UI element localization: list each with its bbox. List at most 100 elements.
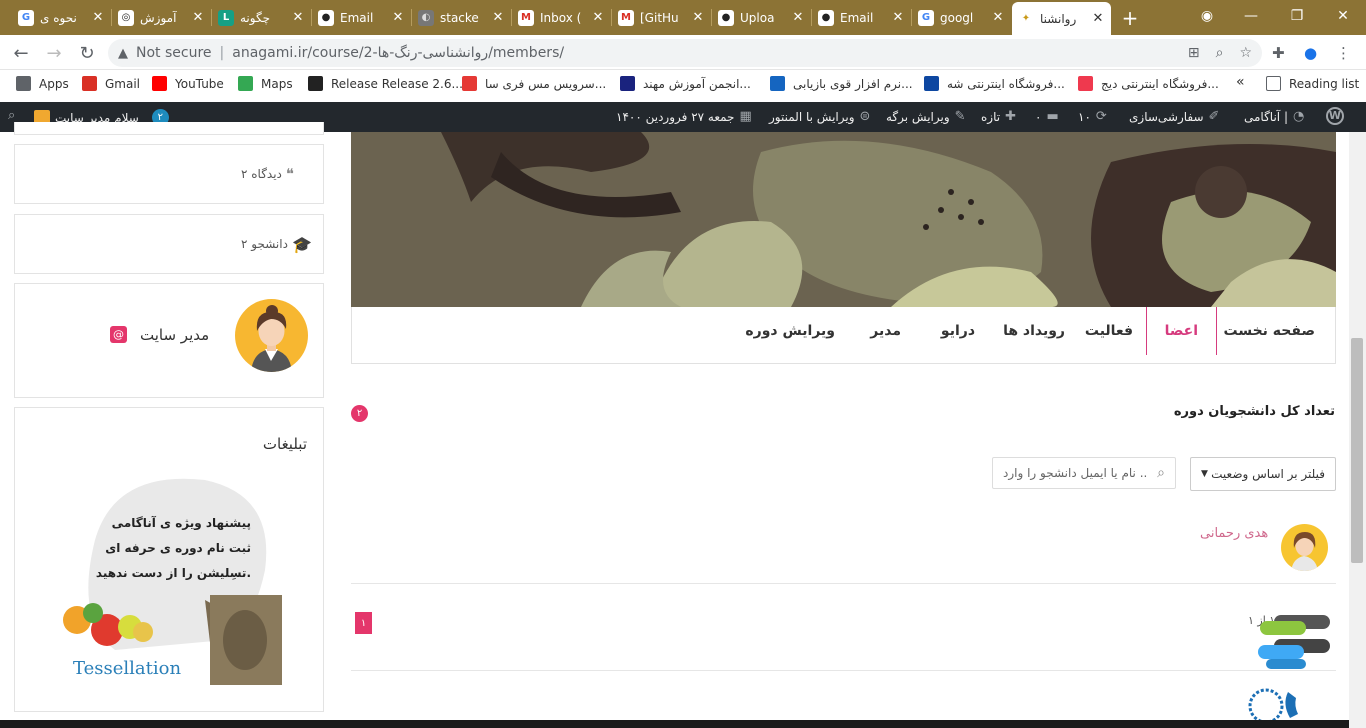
omnibox[interactable]: ▲ Not secure | anagami.ir/course/2-روانش…	[108, 39, 1262, 67]
wp-site-name[interactable]: آناگامی | ◔	[1244, 109, 1304, 124]
member-search-placeholder: نام یا ایمیل دانشجو را وارد ...	[1003, 466, 1148, 480]
reload-icon[interactable]: ↻	[75, 41, 99, 65]
wp-search-icon[interactable]: ⌕	[8, 108, 15, 123]
tab-close-icon[interactable]: ✕	[191, 10, 205, 25]
status-filter-label: فیلتر بر اساس وضعیت	[1211, 467, 1325, 481]
course-nav-item[interactable]: ویرایش دوره	[745, 307, 835, 355]
bookmark-item[interactable]: فروشگاه اینترنتی دیج...	[1078, 76, 1219, 91]
wp-date: جمعه ۲۷ فروردین ۱۴۰۰ ▦	[616, 109, 752, 124]
close-window-icon[interactable]: ✕	[1320, 0, 1366, 32]
new-tab-button[interactable]: +	[1116, 4, 1144, 31]
bookmark-favicon-icon	[152, 76, 167, 91]
wp-site-label: آناگامی |	[1244, 109, 1288, 124]
tab-separator	[511, 9, 512, 26]
bookmark-favicon-icon	[620, 76, 635, 91]
browser-tab[interactable]: ● Uploa ✕	[712, 4, 811, 31]
tab-close-icon[interactable]: ✕	[991, 10, 1005, 25]
bookmark-item[interactable]: سرویس مس فری سا...	[462, 76, 606, 91]
tab-separator	[811, 9, 812, 26]
browser-tab[interactable]: ● Email ✕	[812, 4, 911, 31]
bookmark-item[interactable]: Apps	[16, 76, 69, 91]
status-filter-select[interactable]: ▼ فیلتر بر اساس وضعیت	[1190, 457, 1336, 491]
bookmark-favicon-icon	[1078, 76, 1093, 91]
tab-search-button[interactable]: ◉	[1184, 0, 1230, 32]
browser-tab[interactable]: G نحوه ی ✕	[12, 4, 111, 31]
minimize-icon[interactable]: —	[1228, 0, 1274, 32]
tab-close-icon[interactable]: ✕	[491, 10, 505, 25]
member-avatar[interactable]	[1281, 524, 1328, 571]
bookmark-item[interactable]: Gmail	[82, 76, 140, 91]
browser-tab[interactable]: ◐ stacke ✕	[412, 4, 511, 31]
wp-new[interactable]: تازه ✚	[981, 109, 1016, 124]
browser-tab[interactable]: M Inbox (✕	[512, 4, 611, 31]
profile-icon[interactable]: ●	[1304, 44, 1317, 62]
tab-close-icon[interactable]: ✕	[291, 10, 305, 25]
bookmark-favicon-icon	[308, 76, 323, 91]
pagination-current-page[interactable]: ۱	[355, 612, 372, 634]
browser-tab-strip: G نحوه ی ✕ ◎ آموزش ✕ L چگونه ✕ ● Email ✕ ◐ stacke ✕ M In…	[0, 0, 1366, 35]
browser-tab[interactable]: ✦ روانشنا ✕	[1012, 2, 1111, 35]
bookmark-item[interactable]: فروشگاه اینترنتی شه...	[924, 76, 1065, 91]
zoom-icon[interactable]: ⌕	[1216, 45, 1224, 61]
tab-title: Email	[840, 10, 874, 25]
course-navigation: صفحه نخست اعضا فعالیت رویداد ها درایو مدیر ویر…	[351, 307, 1336, 364]
support-phone-icon[interactable]	[1246, 684, 1316, 724]
scrollbar-thumb[interactable]	[1351, 338, 1363, 563]
tab-favicon-icon: ●	[818, 9, 834, 26]
tab-close-icon[interactable]: ✕	[791, 10, 805, 25]
tab-close-icon[interactable]: ✕	[391, 10, 405, 25]
course-nav-item[interactable]: درایو	[941, 307, 975, 355]
translate-icon[interactable]: ⊞	[1188, 45, 1200, 61]
course-nav-item[interactable]: صفحه نخست	[1224, 307, 1315, 355]
back-icon[interactable]: ←	[9, 41, 33, 65]
wordpress-logo-icon[interactable]: W	[1326, 107, 1344, 125]
wp-elementor-edit[interactable]: ویرایش با المنتور ⊜	[769, 109, 870, 124]
tab-close-icon[interactable]: ✕	[691, 10, 705, 25]
members-count-badge: ۲	[351, 405, 368, 422]
wp-comments-count: ۰	[1035, 109, 1042, 124]
floating-widget[interactable]	[1254, 613, 1334, 673]
browser-tab[interactable]: M [GitHu ✕	[612, 4, 711, 31]
url-text[interactable]: anagami.ir/course/2-روانشناسی-رنگ-ها/mem…	[232, 45, 564, 61]
course-nav-item[interactable]: مدیر	[870, 307, 901, 355]
member-name[interactable]: هدی رحمانی	[1200, 526, 1268, 541]
instructor-name[interactable]: مدیر سایت	[140, 326, 209, 344]
elementor-icon: ⊜	[859, 109, 871, 124]
browser-tab[interactable]: L چگونه ✕	[212, 4, 311, 31]
tab-close-icon[interactable]: ✕	[1091, 11, 1105, 26]
member-search-input[interactable]: نام یا ایمیل دانشجو را وارد ... ⌕	[992, 457, 1176, 489]
tab-close-icon[interactable]: ✕	[891, 10, 905, 25]
bookmark-item[interactable]: انجمن آموزش مهند...	[620, 76, 751, 91]
forward-icon[interactable]: →	[42, 41, 66, 65]
bookmark-item[interactable]: Release Release 2.6....	[308, 76, 467, 91]
ad-banner[interactable]: پیشنهاد ویژه ی آناگامی ثبت نام دوره ی حر…	[55, 470, 295, 690]
tab-favicon-icon: M	[518, 9, 534, 26]
wp-updates[interactable]: ۱۰ ⟳	[1078, 109, 1107, 124]
browser-tab[interactable]: ◎ آموزش ✕	[112, 4, 211, 31]
bookmark-item[interactable]: نرم افزار قوی بازیابی...	[770, 76, 913, 91]
course-nav-item[interactable]: اعضا	[1145, 307, 1217, 355]
browser-tab[interactable]: Ggoogl ✕	[912, 4, 1011, 31]
browser-tab[interactable]: ● Email ✕	[312, 4, 411, 31]
students-count-label: ۲ دانشجو	[241, 237, 288, 251]
restore-icon[interactable]: ❐	[1274, 0, 1320, 32]
bookmark-item[interactable]: YouTube	[152, 76, 224, 91]
course-nav-item[interactable]: رویداد ها	[1003, 307, 1065, 355]
star-icon[interactable]: ☆	[1239, 45, 1252, 61]
omnibox-separator: |	[219, 45, 225, 61]
tab-close-icon[interactable]: ✕	[91, 10, 105, 25]
brush-icon: ✐	[1208, 109, 1220, 124]
wp-comments[interactable]: ۰ ▬	[1035, 109, 1059, 124]
bookmark-item[interactable]: Maps	[238, 76, 293, 91]
tab-close-icon[interactable]: ✕	[591, 10, 605, 25]
menu-icon[interactable]: ⋮	[1336, 44, 1351, 62]
wp-edit-page[interactable]: ویرایش برگه ✎	[886, 109, 966, 124]
reading-list-button[interactable]: Reading list	[1266, 76, 1359, 91]
course-banner-image	[351, 132, 1336, 307]
wp-customize[interactable]: سفارشی‌سازی ✐	[1129, 109, 1219, 124]
extensions-icon[interactable]: ✚	[1272, 44, 1285, 62]
bookmarks-more-button[interactable]: «	[1236, 74, 1245, 90]
course-nav-item[interactable]: فعالیت	[1085, 307, 1133, 355]
instructor-avatar[interactable]	[235, 299, 308, 372]
email-icon[interactable]: @	[110, 326, 127, 343]
